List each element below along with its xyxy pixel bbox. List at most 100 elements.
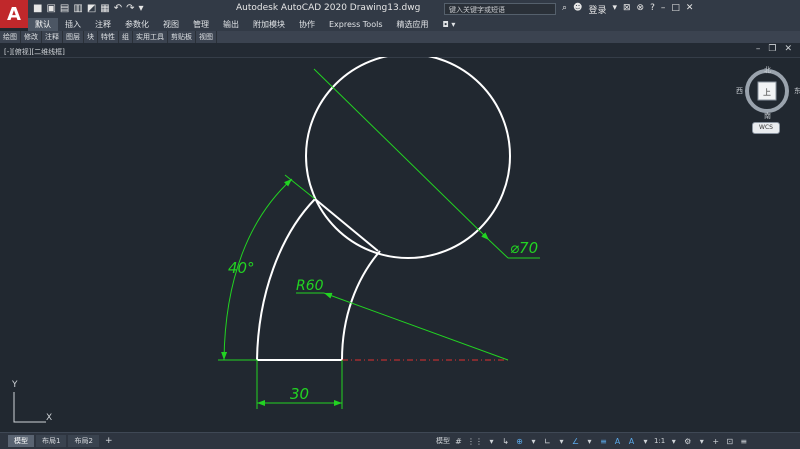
ribbon-toggle-icon[interactable]: ◘ ▾	[436, 18, 463, 31]
infer-constraints-icon[interactable]: ↳	[500, 435, 511, 448]
tab-express-tools[interactable]: Express Tools	[322, 18, 390, 31]
search-input[interactable]: 键入关键字或短语	[444, 3, 556, 15]
workspace-gear-icon[interactable]: ⚙	[682, 435, 693, 448]
panel-annotation[interactable]: 注释	[42, 31, 63, 43]
viewport-minimize-button[interactable]: –	[756, 44, 761, 54]
login-button[interactable]: 登录	[588, 3, 606, 16]
ucs-y-label: Y	[11, 380, 18, 390]
viewport-label[interactable]: [-][俯视][二维线框]	[4, 47, 65, 57]
web-icon[interactable]: ◩	[87, 3, 96, 15]
minimize-button[interactable]: –	[661, 3, 666, 16]
open-icon[interactable]: ▣	[46, 3, 55, 15]
dynamic-input-icon[interactable]: ⊕	[514, 435, 525, 448]
tab-output[interactable]: 输出	[216, 18, 246, 31]
tab-addins[interactable]: 附加模块	[246, 18, 292, 31]
ucs-x-label: X	[46, 413, 52, 423]
panel-draw[interactable]: 绘图	[0, 31, 21, 43]
model-space-button[interactable]: 模型	[436, 435, 450, 448]
layout-tab-model[interactable]: 模型	[8, 435, 34, 447]
tab-manage[interactable]: 管理	[186, 18, 216, 31]
viewcube-top-face[interactable]: 上	[763, 88, 771, 97]
annotation-dropdown-icon[interactable]: ▾	[640, 435, 651, 448]
maximize-button[interactable]: □	[671, 3, 680, 16]
add-layout-button[interactable]: +	[101, 435, 117, 447]
annotation-visibility-icon[interactable]: A	[612, 435, 623, 448]
tab-featured-apps[interactable]: 精选应用	[390, 18, 436, 31]
autocad-logo[interactable]: A	[0, 0, 28, 28]
circle-outline[interactable]	[305, 57, 511, 259]
viewcube-south[interactable]: 南	[764, 111, 771, 121]
panel-utilities[interactable]: 实用工具	[133, 31, 168, 43]
viewport-window-controls: – ❐ ✕	[756, 44, 792, 54]
inner-arc[interactable]	[341, 250, 381, 361]
polar-tracking-icon[interactable]: ∠	[570, 435, 581, 448]
viewcube[interactable]: 上 北 南 东 西	[736, 65, 800, 120]
save-as-icon[interactable]: ▥	[73, 3, 82, 15]
radius-label[interactable]: R60	[296, 278, 324, 294]
tab-insert[interactable]: 插入	[58, 18, 88, 31]
annotation-monitor-icon[interactable]: +	[710, 435, 721, 448]
lineweight-icon[interactable]: ≡	[598, 435, 609, 448]
tab-view[interactable]: 视图	[156, 18, 186, 31]
drawing-canvas[interactable]: ⌀70 R60 40° 30 Y X	[0, 57, 800, 432]
title-bar-right: ⌕ ☻ 登录 ▾ ⊠ ⊗ ? – □ ✕	[562, 3, 693, 16]
quick-access-toolbar: ■ ▣ ▤ ▥ ◩ ▦ ↶ ↷ ▾	[33, 3, 144, 15]
viewport-restore-button[interactable]: ❐	[768, 44, 776, 54]
diameter-leader[interactable]	[313, 68, 490, 241]
viewport-close-button[interactable]: ✕	[784, 44, 792, 54]
diameter-label[interactable]: ⌀70	[510, 239, 538, 257]
print-icon[interactable]: ▦	[100, 3, 109, 15]
cart-icon[interactable]: ▾	[612, 3, 617, 16]
radius-leader[interactable]	[323, 292, 509, 361]
viewcube-east[interactable]: 东	[794, 86, 800, 96]
layout-tab-1[interactable]: 布局1	[36, 435, 67, 447]
wcs-badge[interactable]: WCS	[752, 122, 780, 134]
exchange-icon[interactable]: ⊠	[623, 3, 631, 16]
tab-annotate[interactable]: 注释	[88, 18, 118, 31]
diameter-leader-ext	[488, 239, 509, 259]
panel-block[interactable]: 块	[84, 31, 98, 43]
annotation-scale[interactable]: 1:1	[654, 435, 665, 448]
tab-default[interactable]: 默认	[28, 18, 58, 31]
customize-menu-icon[interactable]: ≡	[738, 435, 749, 448]
layout-tab-2[interactable]: 布局2	[68, 435, 99, 447]
polar-dropdown-icon[interactable]: ▾	[584, 435, 595, 448]
network-icon[interactable]: ⊗	[637, 3, 645, 16]
dropdown-icon[interactable]: ▾	[139, 3, 144, 15]
tangent-line[interactable]	[314, 198, 379, 252]
panel-modify[interactable]: 修改	[21, 31, 42, 43]
panel-groups[interactable]: 组	[119, 31, 133, 43]
user-icon[interactable]: ☻	[573, 3, 582, 16]
workspace-dropdown-icon[interactable]: ▾	[696, 435, 707, 448]
new-file-icon[interactable]: ■	[33, 3, 42, 15]
search-icon[interactable]: ⌕	[562, 3, 567, 16]
panel-view[interactable]: 视图	[196, 31, 217, 43]
viewcube-north[interactable]: 北	[764, 65, 771, 75]
snap-icon[interactable]: ⋮⋮	[467, 435, 483, 448]
undo-icon[interactable]: ↶	[114, 3, 122, 15]
dynamic-dropdown-icon[interactable]: ▾	[528, 435, 539, 448]
panel-properties[interactable]: 特性	[98, 31, 119, 43]
angle-label[interactable]: 40°	[228, 259, 255, 277]
isolate-objects-icon[interactable]: ⊡	[724, 435, 735, 448]
snap-dropdown-icon[interactable]: ▾	[486, 435, 497, 448]
save-icon[interactable]: ▤	[60, 3, 69, 15]
ucs-icon	[13, 392, 46, 423]
panel-clipboard[interactable]: 剪贴板	[168, 31, 196, 43]
grid-icon[interactable]: #	[453, 435, 464, 448]
help-icon[interactable]: ?	[650, 3, 655, 16]
tab-parametric[interactable]: 参数化	[118, 18, 156, 31]
redo-icon[interactable]: ↷	[126, 3, 134, 15]
ribbon-tabs: 默认 插入 注释 参数化 视图 管理 输出 附加模块 协作 Express To…	[28, 18, 800, 31]
tab-collaborate[interactable]: 协作	[292, 18, 322, 31]
scale-dropdown-icon[interactable]: ▾	[668, 435, 679, 448]
ribbon-panels: 绘图 修改 注释 图层 块 特性 组 实用工具 剪贴板 视图	[0, 31, 800, 43]
viewcube-west[interactable]: 西	[736, 86, 743, 96]
linear-label[interactable]: 30	[290, 385, 309, 403]
annotation-autoscale-icon[interactable]: A	[626, 435, 637, 448]
ortho-dropdown-icon[interactable]: ▾	[556, 435, 567, 448]
status-toggles: 模型 # ⋮⋮ ▾ ↳ ⊕ ▾ ∟ ▾ ∠ ▾ ≡ A A ▾ 1:1 ▾ ⚙ …	[436, 435, 749, 448]
panel-layers[interactable]: 图层	[63, 31, 84, 43]
ortho-icon[interactable]: ∟	[542, 435, 553, 448]
close-button[interactable]: ✕	[686, 3, 694, 16]
